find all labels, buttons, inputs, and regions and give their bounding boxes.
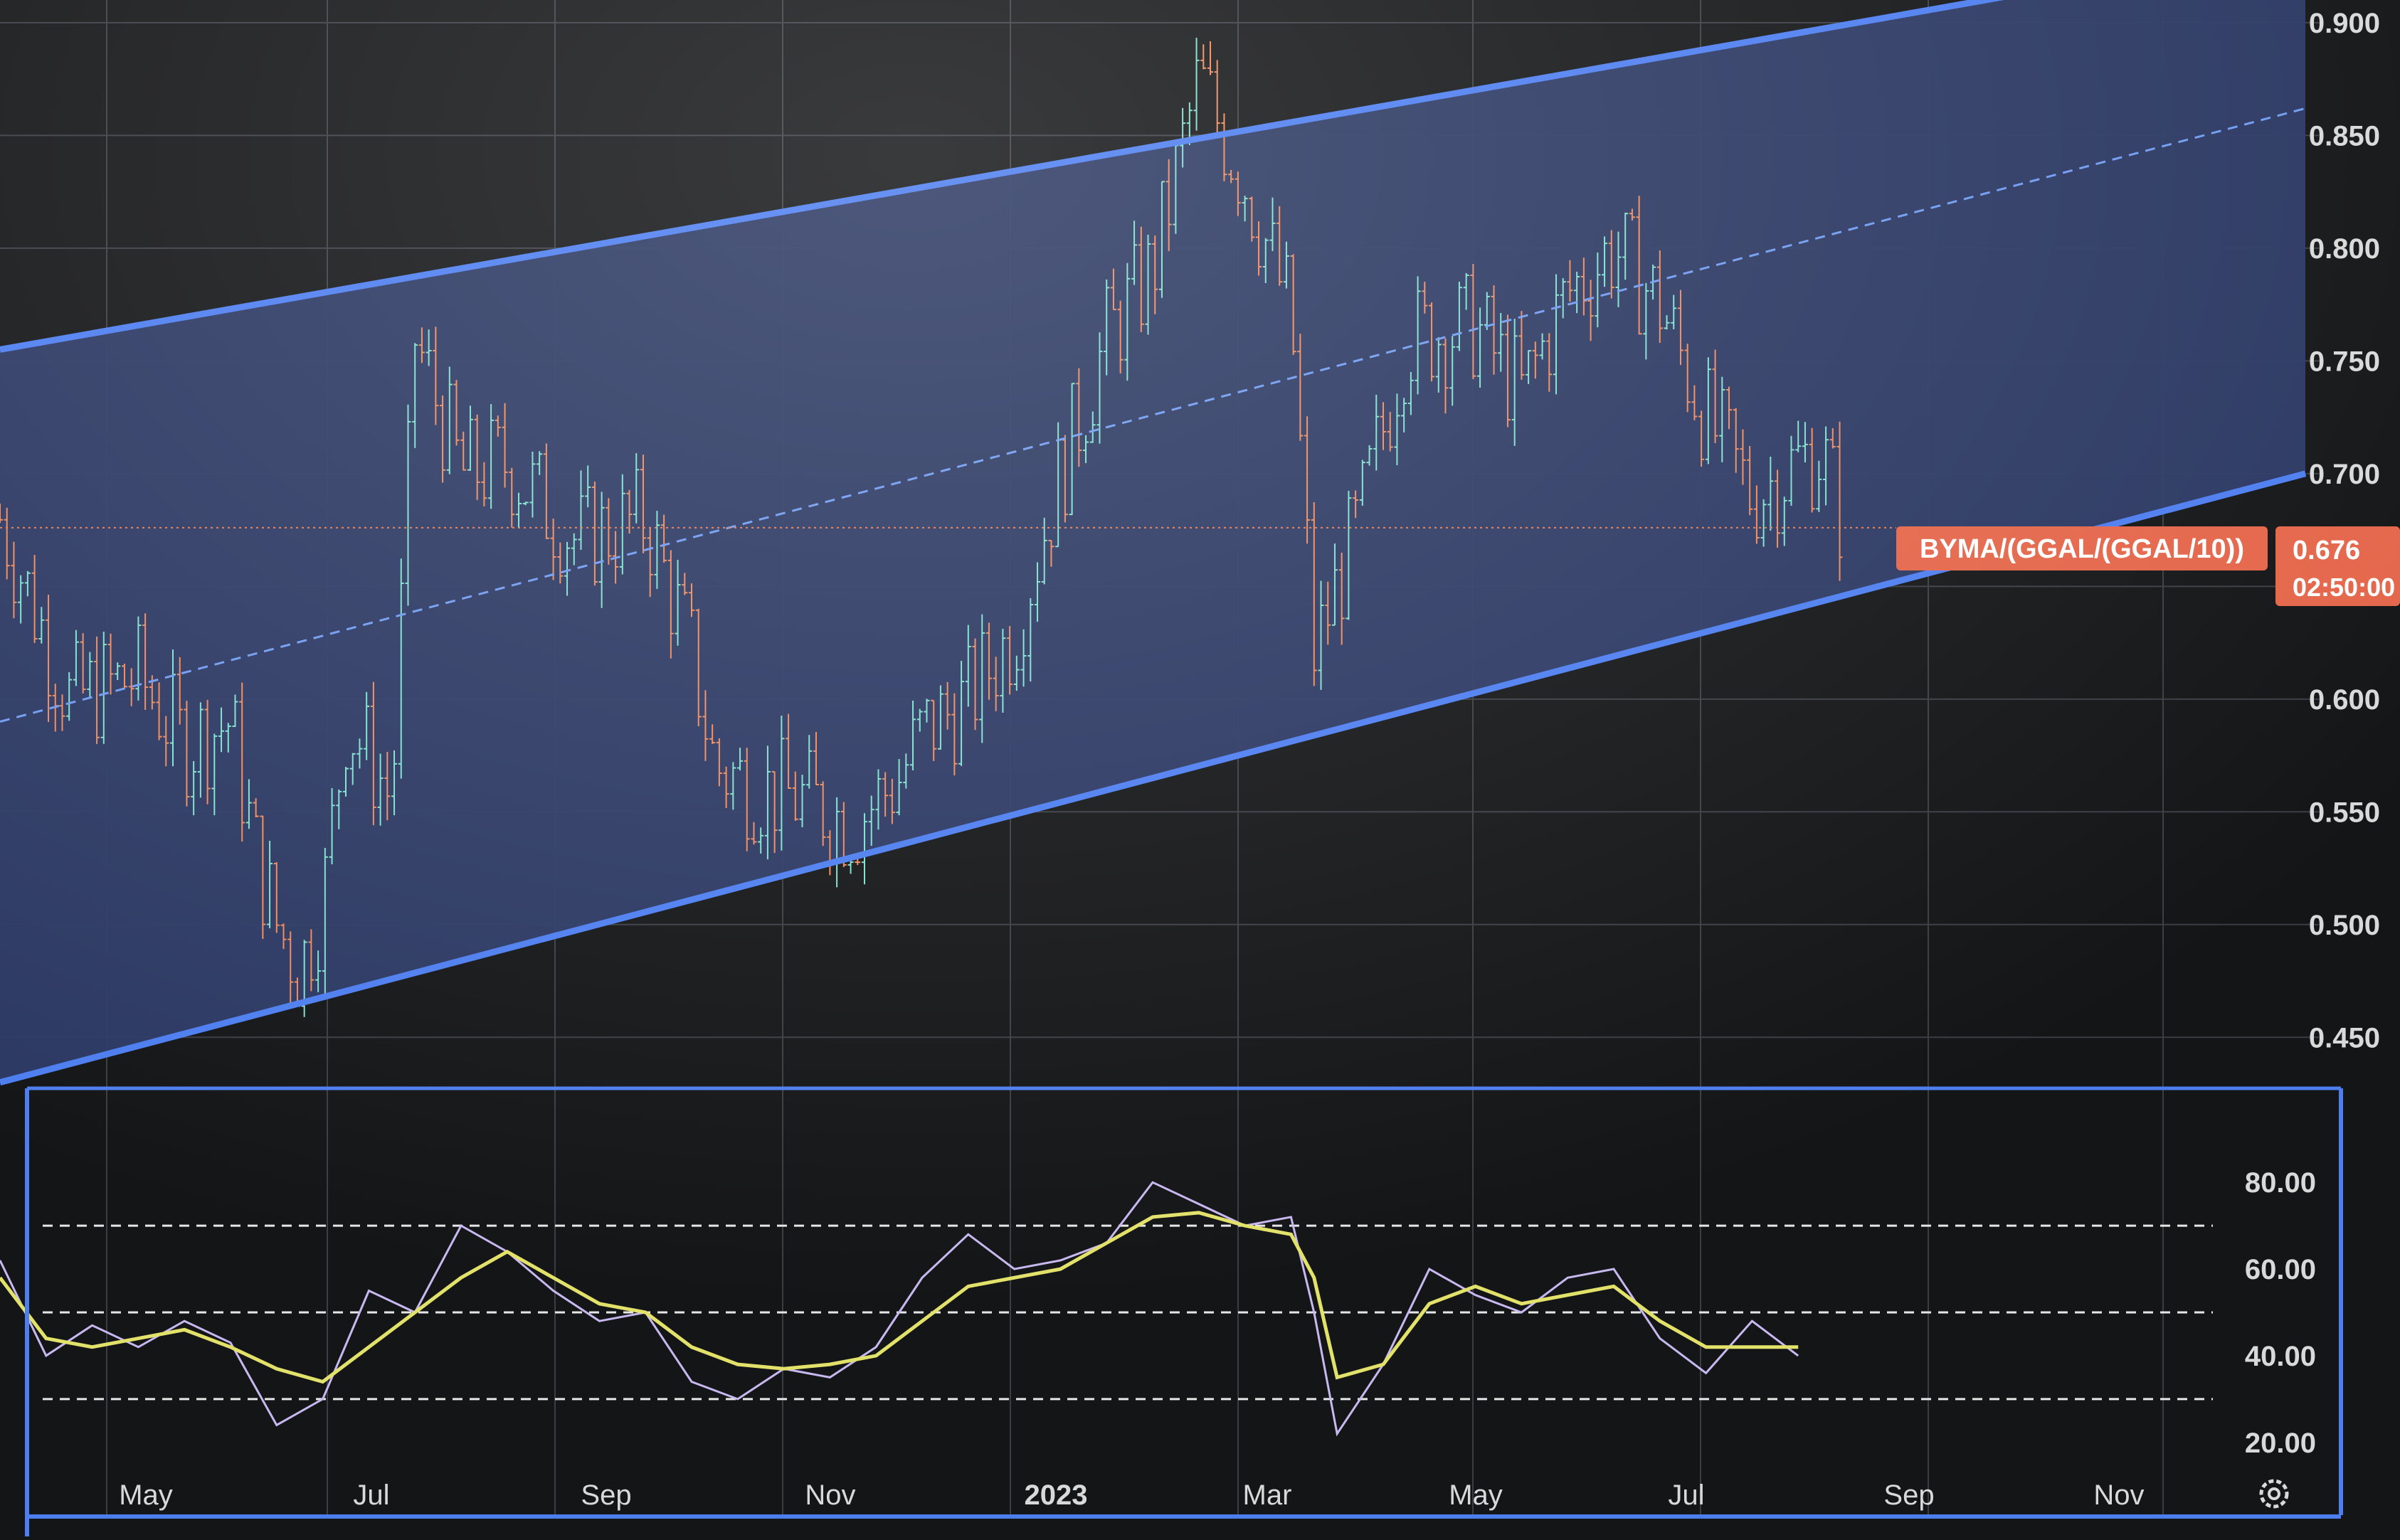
rsi-tick-label: 40.00 [2245,1341,2316,1372]
price-tick-label: 0.550 [2309,797,2380,828]
price-tick-label: 0.900 [2309,8,2380,39]
time-tick-label: Jul [353,1480,389,1511]
price-chart[interactable]: 0.9000.8500.8000.7500.7000.6500.6000.550… [0,0,2400,1536]
time-tick-label: Sep [581,1480,631,1511]
rsi-tick-label: 60.00 [2245,1254,2316,1285]
price-tick-label: 0.850 [2309,120,2380,152]
price-tick-label: 0.800 [2309,233,2380,265]
time-tick-label: Mar [1243,1480,1292,1511]
time-tick-label: Jul [1668,1480,1704,1511]
time-tick-label: May [119,1480,173,1511]
price-tick-label: 0.750 [2309,346,2380,377]
rsi-tick-label: 20.00 [2245,1428,2316,1459]
last-price-value: 0.676 [2293,536,2360,565]
symbol-label: BYMA/(GGAL/(GGAL/10)) [1920,534,2244,564]
price-tick-label: 0.600 [2309,684,2380,716]
bar-countdown: 02:50:00 [2293,573,2395,602]
price-tick-label: 0.500 [2309,910,2380,941]
time-tick-label: Nov [2093,1480,2144,1511]
time-tick-label: Nov [805,1480,855,1511]
chart-window: 0.9000.8500.8000.7500.7000.6500.6000.550… [0,0,2400,1536]
time-tick-label: May [1449,1480,1503,1511]
rsi-tick-label: 80.00 [2245,1167,2316,1199]
price-tick-label: 0.700 [2309,459,2380,490]
time-tick-label: Sep [1883,1480,1934,1511]
time-tick-label: 2023 [1025,1480,1088,1511]
price-tick-label: 0.450 [2309,1022,2380,1053]
